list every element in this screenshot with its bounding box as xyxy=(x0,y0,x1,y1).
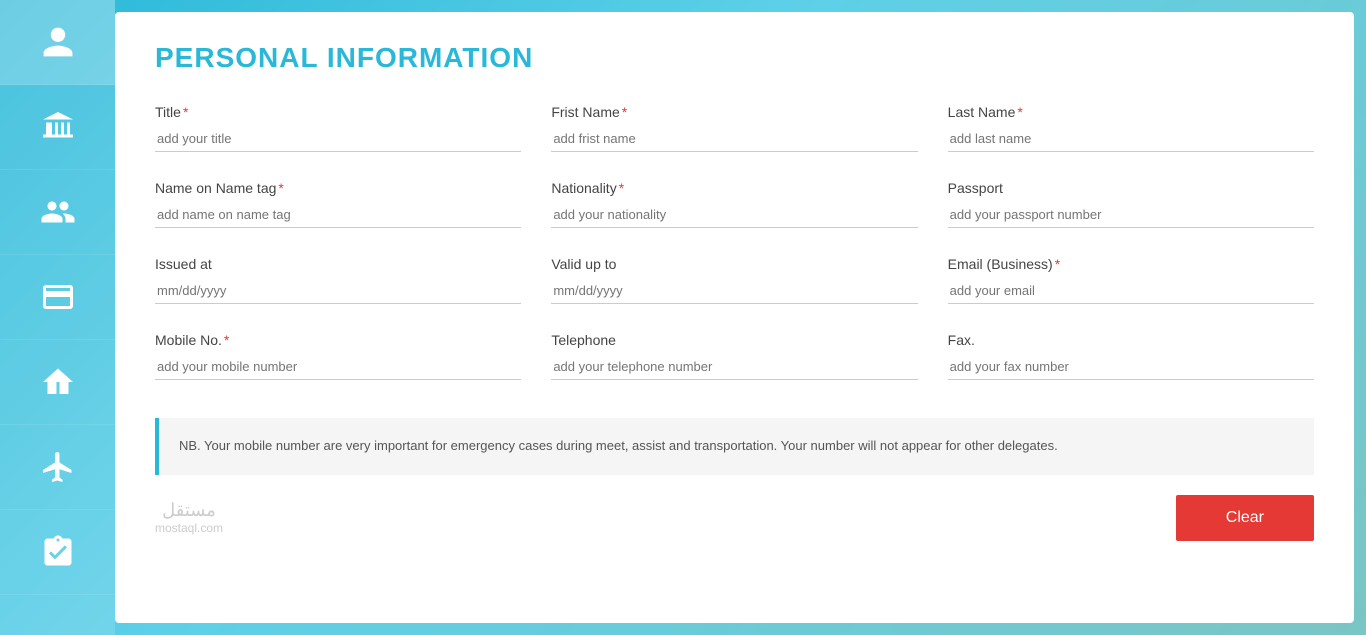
issued-at-input[interactable] xyxy=(155,278,521,304)
name-tag-input[interactable] xyxy=(155,202,521,228)
watermark-latin: mostaql.com xyxy=(155,521,223,535)
last-name-required: * xyxy=(1017,104,1022,120)
sidebar-item-payment[interactable] xyxy=(0,255,115,340)
form-group-email: Email (Business)* xyxy=(948,256,1314,304)
mobile-label: Mobile No.* xyxy=(155,332,521,348)
mobile-input[interactable] xyxy=(155,354,521,380)
form-group-valid-up-to: Valid up to xyxy=(551,256,917,304)
page-title: PERSONAL INFORMATION xyxy=(155,42,1314,74)
payment-icon xyxy=(40,279,76,315)
first-name-input[interactable] xyxy=(551,126,917,152)
nationality-label: Nationality* xyxy=(551,180,917,196)
person-icon xyxy=(40,24,76,60)
email-required: * xyxy=(1055,256,1060,272)
form-grid: Title* Frist Name* Last Name* Name on Na… xyxy=(155,104,1314,408)
sidebar-item-bank[interactable] xyxy=(0,85,115,170)
issued-at-label: Issued at xyxy=(155,256,521,272)
main-content: PERSONAL INFORMATION Title* Frist Name* … xyxy=(115,12,1354,623)
title-input[interactable] xyxy=(155,126,521,152)
group-icon xyxy=(40,194,76,230)
fax-label: Fax. xyxy=(948,332,1314,348)
sidebar xyxy=(0,0,115,635)
first-name-label: Frist Name* xyxy=(551,104,917,120)
checklist-icon xyxy=(40,534,76,570)
valid-up-to-label: Valid up to xyxy=(551,256,917,272)
passport-label: Passport xyxy=(948,180,1314,196)
passport-input[interactable] xyxy=(948,202,1314,228)
title-required: * xyxy=(183,104,188,120)
name-tag-required: * xyxy=(278,180,283,196)
fax-input[interactable] xyxy=(948,354,1314,380)
form-group-first-name: Frist Name* xyxy=(551,104,917,152)
email-label: Email (Business)* xyxy=(948,256,1314,272)
last-name-label: Last Name* xyxy=(948,104,1314,120)
notice-box: NB. Your mobile number are very importan… xyxy=(155,418,1314,475)
form-group-name-tag: Name on Name tag* xyxy=(155,180,521,228)
watermark-arabic: مستقل xyxy=(155,500,223,521)
form-group-fax: Fax. xyxy=(948,332,1314,380)
form-group-title: Title* xyxy=(155,104,521,152)
clear-button[interactable]: Clear xyxy=(1176,495,1314,541)
nationality-required: * xyxy=(619,180,624,196)
form-group-telephone: Telephone xyxy=(551,332,917,380)
last-name-input[interactable] xyxy=(948,126,1314,152)
first-name-required: * xyxy=(622,104,627,120)
email-input[interactable] xyxy=(948,278,1314,304)
telephone-label: Telephone xyxy=(551,332,917,348)
title-label: Title* xyxy=(155,104,521,120)
form-group-last-name: Last Name* xyxy=(948,104,1314,152)
nationality-input[interactable] xyxy=(551,202,917,228)
sidebar-item-plane[interactable] xyxy=(0,425,115,510)
sidebar-item-person[interactable] xyxy=(0,0,115,85)
form-group-mobile: Mobile No.* xyxy=(155,332,521,380)
form-group-nationality: Nationality* xyxy=(551,180,917,228)
form-group-passport: Passport xyxy=(948,180,1314,228)
sidebar-item-worker[interactable] xyxy=(0,340,115,425)
form-group-issued-at: Issued at xyxy=(155,256,521,304)
name-tag-label: Name on Name tag* xyxy=(155,180,521,196)
telephone-input[interactable] xyxy=(551,354,917,380)
sidebar-item-group[interactable] xyxy=(0,170,115,255)
footer-row: مستقل mostaql.com Clear xyxy=(155,495,1314,541)
notice-text: NB. Your mobile number are very importan… xyxy=(179,438,1058,453)
plane-icon xyxy=(40,449,76,485)
mobile-required: * xyxy=(224,332,229,348)
worker-icon xyxy=(40,364,76,400)
valid-up-to-input[interactable] xyxy=(551,278,917,304)
sidebar-item-checklist[interactable] xyxy=(0,510,115,595)
bank-icon xyxy=(40,109,76,145)
watermark: مستقل mostaql.com xyxy=(155,500,223,535)
